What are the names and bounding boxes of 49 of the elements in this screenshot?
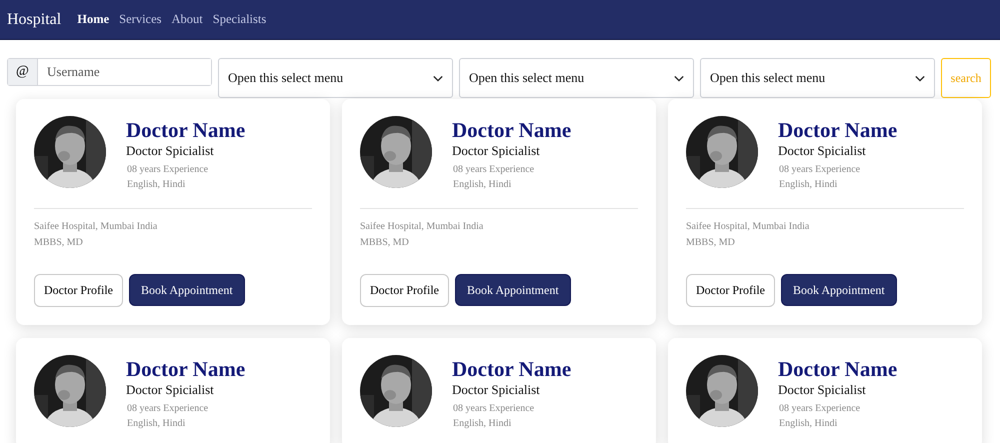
select-dropdown[interactable]: Open this select menu [459, 58, 694, 98]
doctor-specialty: Doctor Spicialist [778, 382, 867, 398]
book-appointment-button[interactable]: Book Appointment [780, 274, 897, 306]
doctor-profile-button[interactable]: Doctor Profile [360, 274, 449, 307]
doctor-specialty: Doctor Spicialist [126, 382, 215, 398]
chevron-down-icon [915, 74, 925, 82]
languages-text: English, Hindi [126, 417, 186, 431]
chevron-down-icon [674, 74, 684, 82]
experience-text: 08 years Experience [778, 163, 862, 177]
doctor-specialty: Doctor Spicialist [778, 143, 867, 159]
experience-text: 08 years Experience [126, 163, 210, 177]
experience-text: 08 years Experience [452, 163, 536, 177]
nav-link[interactable]: Home [77, 12, 110, 27]
languages-text: English, Hindi [778, 417, 838, 431]
doctor-profile-button[interactable]: Doctor Profile [686, 274, 775, 307]
doctor-specialty: Doctor Spicialist [126, 143, 215, 159]
brand-link[interactable]: Hospital [7, 10, 62, 28]
doctor-name: Doctor Name [452, 356, 572, 382]
book-appointment-button[interactable]: Book Appointment [454, 274, 571, 306]
book-appointment-button[interactable]: Book Appointment [128, 274, 245, 306]
select-dropdown[interactable]: Open this select menu [700, 58, 935, 98]
doctor-name: Doctor Name [126, 356, 246, 382]
languages-text: English, Hindi [126, 178, 186, 192]
nav-link[interactable]: Specialists [212, 12, 266, 27]
experience-text: 08 years Experience [778, 402, 862, 416]
languages-text: English, Hindi [778, 178, 838, 192]
experience-text: 08 years Experience [126, 402, 210, 416]
doctor-name: Doctor Name [778, 356, 898, 382]
nav-link[interactable]: About [172, 12, 203, 27]
username-field[interactable]: @ Username [7, 58, 212, 86]
select-dropdown[interactable]: Open this select menu [218, 58, 453, 98]
hospital-text: Saifee Hospital, Mumbai India [34, 220, 158, 234]
nav-link[interactable]: Services [119, 12, 162, 27]
hospital-text: Saifee Hospital, Mumbai India [360, 220, 484, 234]
experience-text: 08 years Experience [452, 402, 536, 416]
chevron-down-icon [433, 74, 443, 82]
doctor-name: Doctor Name [126, 117, 246, 143]
at-prefix: @ [8, 59, 38, 85]
degree-text: MBBS, MD [34, 236, 84, 250]
degree-text: MBBS, MD [360, 236, 410, 250]
languages-text: English, Hindi [452, 417, 512, 431]
languages-text: English, Hindi [452, 178, 512, 192]
doctor-name: Doctor Name [778, 117, 898, 143]
degree-text: MBBS, MD [686, 236, 736, 250]
doctor-specialty: Doctor Spicialist [452, 143, 541, 159]
doctor-name: Doctor Name [452, 117, 572, 143]
doctor-specialty: Doctor Spicialist [452, 382, 541, 398]
doctor-profile-button[interactable]: Doctor Profile [34, 274, 123, 307]
hospital-text: Saifee Hospital, Mumbai India [686, 220, 810, 234]
